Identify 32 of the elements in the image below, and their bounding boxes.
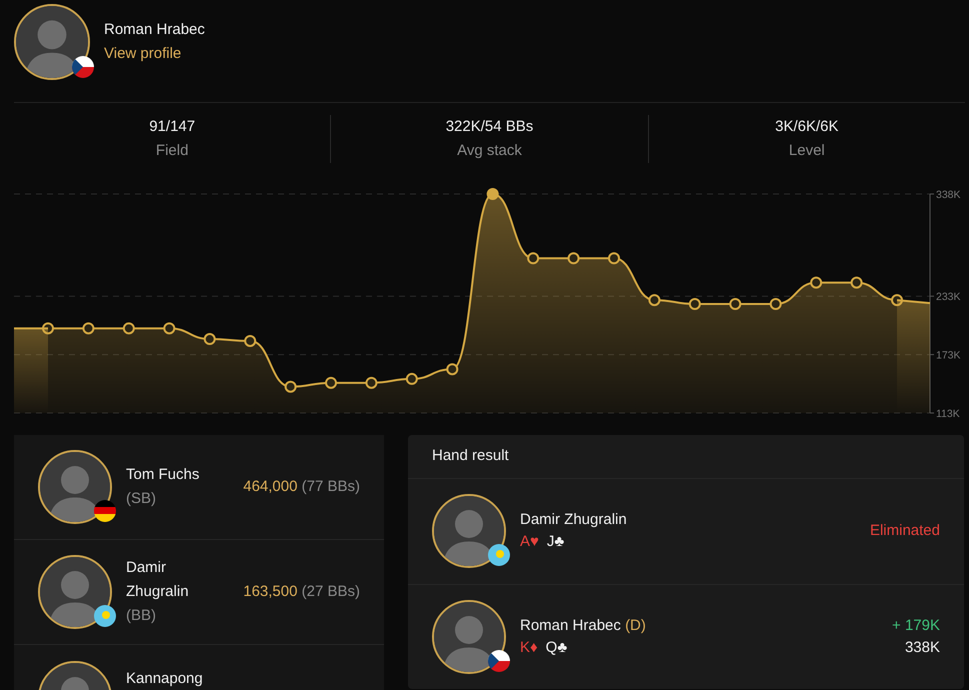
axis-label: 233K bbox=[936, 291, 961, 304]
stat-label: Field bbox=[154, 141, 190, 161]
stat-label: Level bbox=[788, 141, 826, 161]
player-name: Kannapong bbox=[126, 669, 204, 689]
card-label: A♥ bbox=[520, 533, 539, 550]
chip-count: 163,500 bbox=[243, 582, 298, 600]
card-label: J♣ bbox=[546, 533, 564, 550]
player-name: Damir Zhugralin bbox=[126, 558, 190, 602]
eliminated-status: Eliminated bbox=[870, 521, 940, 541]
player-position: (D) bbox=[625, 616, 646, 634]
chip-change: + 179K bbox=[892, 616, 940, 636]
stat-value: 322K/54 BBs bbox=[444, 117, 534, 137]
player-name: Damir Zhugralin bbox=[520, 511, 627, 528]
panel-title: Hand result bbox=[432, 447, 509, 464]
view-profile-link[interactable]: View profile bbox=[104, 42, 205, 66]
card-label: Q♣ bbox=[546, 638, 568, 656]
stat-value: 91/147 bbox=[148, 117, 196, 137]
axis-label: 338K bbox=[936, 189, 961, 201]
player-name: Tom Fuchs bbox=[126, 465, 200, 485]
player-name: Roman Hrabec bbox=[104, 20, 205, 40]
axis-label: 173K bbox=[936, 350, 961, 362]
player-position: (BB) bbox=[126, 606, 157, 626]
player-name: Roman Hrabec bbox=[520, 616, 621, 634]
big-blinds: (77 BBs) bbox=[302, 478, 360, 495]
stat-value: 3K/6K/6K bbox=[774, 117, 840, 137]
card-label: K♦ bbox=[520, 638, 538, 656]
axis-label: 113K bbox=[936, 408, 960, 420]
player-position: (SB) bbox=[126, 489, 157, 509]
chip-count: 338K bbox=[904, 638, 940, 658]
big-blinds: (27 BBs) bbox=[302, 582, 360, 600]
stat-label: Avg stack bbox=[456, 141, 523, 161]
chip-count: 464,000 bbox=[243, 478, 298, 495]
